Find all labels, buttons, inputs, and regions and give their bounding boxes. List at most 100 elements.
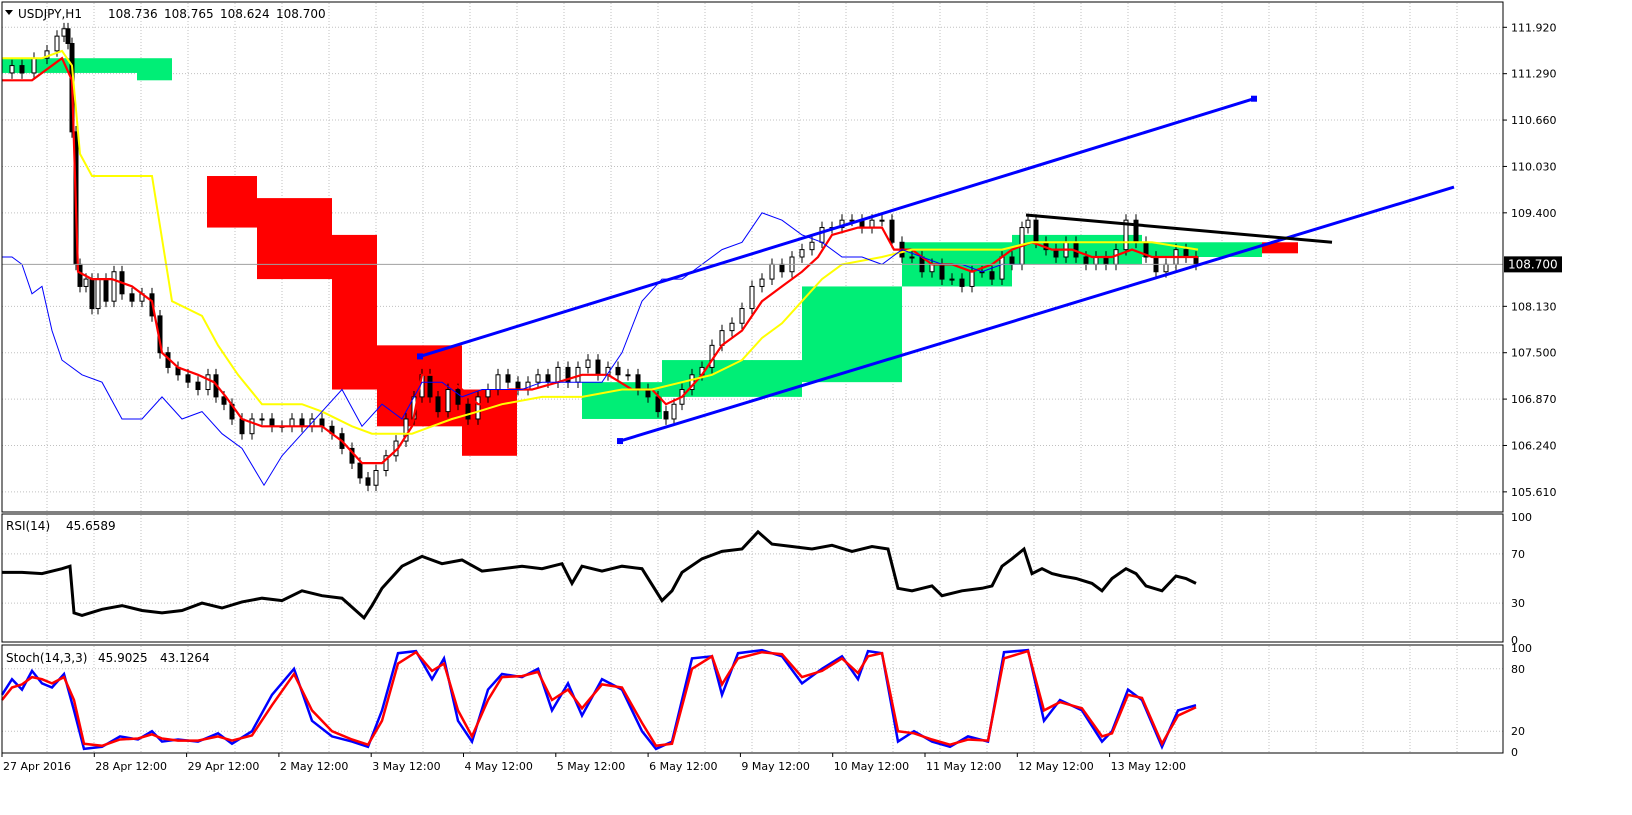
y-tick-label: 108.130 — [1511, 300, 1557, 313]
x-tick-label: 29 Apr 12:00 — [188, 760, 260, 773]
candle-body — [95, 278, 101, 310]
candle-body — [869, 219, 875, 229]
candle-body — [663, 411, 669, 420]
candle-body — [19, 65, 25, 74]
stoch-tick-label: 80 — [1511, 663, 1525, 676]
candle-body — [1093, 256, 1099, 265]
candle-body — [989, 271, 995, 280]
candle-body — [769, 263, 775, 280]
cloud-segment — [137, 58, 172, 81]
candle-body — [959, 278, 965, 287]
candle-body — [239, 418, 245, 435]
ohlc-low: 108.624 — [220, 7, 270, 21]
chart-window: 111.920 111.290 110.660 110.030 109.400 108.1… — [0, 0, 1632, 815]
candle-body — [89, 278, 95, 310]
candle-body — [221, 396, 227, 405]
stoch-main-value: 45.9025 — [98, 651, 148, 665]
cloud-segment — [332, 234, 377, 390]
rsi-tick-label: 70 — [1511, 548, 1525, 561]
candle-body — [129, 293, 135, 302]
x-tick-label: 13 May 12:00 — [1111, 760, 1186, 773]
ohlc-open: 108.736 — [108, 7, 158, 21]
cloud-segment — [582, 382, 662, 419]
candle-body — [259, 418, 265, 421]
candle-body — [1009, 256, 1015, 265]
x-tick-label: 12 May 12:00 — [1018, 760, 1093, 773]
current-price-label: 108.700 — [1508, 257, 1558, 271]
candle-body — [485, 389, 491, 398]
y-tick-label: 109.400 — [1511, 207, 1557, 220]
candle-body — [969, 271, 975, 287]
candle-body — [999, 256, 1005, 280]
candle-body — [759, 278, 765, 287]
y-tick-label: 105.610 — [1511, 486, 1557, 499]
x-tick-label: 3 May 12:00 — [372, 760, 440, 773]
candle-body — [635, 374, 641, 391]
candle-body — [103, 278, 109, 302]
candle-body — [949, 278, 955, 281]
x-tick-label: 6 May 12:00 — [649, 760, 717, 773]
y-tick-label: 110.660 — [1511, 114, 1557, 127]
stoch-tick-label: 0 — [1511, 746, 1518, 759]
stoch-signal-value: 43.1264 — [160, 651, 210, 665]
candle-body — [819, 227, 825, 243]
stoch-tick-label: 20 — [1511, 725, 1525, 738]
trendline-anchor-handle — [1251, 95, 1257, 102]
candle-body — [739, 308, 745, 324]
ohlc-close: 108.700 — [276, 7, 326, 21]
candle-body — [465, 403, 471, 420]
y-tick-label: 107.500 — [1511, 347, 1557, 360]
candle-body — [1033, 219, 1039, 243]
candle-body — [1193, 256, 1199, 265]
candle-body — [195, 381, 201, 391]
candle-body — [1083, 256, 1089, 265]
candle-body — [445, 389, 451, 413]
candle-body — [615, 366, 621, 376]
x-tick-label: 5 May 12:00 — [557, 760, 625, 773]
candle-body — [729, 322, 735, 332]
candle-body — [535, 374, 541, 383]
chart-symbol: USDJPY,H1 — [18, 7, 82, 21]
candle-body — [505, 374, 511, 383]
candle-body — [495, 374, 501, 391]
y-tick-label: 110.030 — [1511, 160, 1557, 173]
candle-body — [83, 278, 89, 287]
candle-body — [435, 396, 441, 413]
candle-body — [909, 256, 915, 259]
candle-body — [427, 374, 433, 398]
candle-body — [809, 241, 815, 251]
candle-body — [595, 359, 601, 376]
candle-body — [655, 396, 661, 413]
ohlc-high: 108.765 — [164, 7, 214, 21]
candle-body — [585, 359, 591, 368]
rsi-tick-label: 100 — [1511, 511, 1532, 524]
x-tick-label: 2 May 12:00 — [280, 760, 348, 773]
candle-body — [1025, 219, 1031, 229]
rsi-value: 45.6589 — [66, 519, 116, 533]
candle-body — [555, 366, 561, 383]
y-tick-label: 111.920 — [1511, 21, 1557, 34]
candle-body — [889, 219, 895, 243]
candle-body — [645, 389, 651, 398]
rsi-label: RSI(14) — [6, 519, 50, 533]
trendline-anchor-handle — [417, 353, 423, 360]
candle-body — [1163, 263, 1169, 273]
candle-body — [185, 374, 191, 383]
candle-body — [749, 285, 755, 310]
candle-body — [779, 263, 785, 273]
cloud-segment — [462, 389, 517, 456]
candle-body — [61, 28, 67, 37]
candle-body — [625, 374, 631, 377]
x-tick-label: 27 Apr 2016 — [3, 760, 71, 773]
candle-body — [879, 219, 885, 222]
x-tick-label: 9 May 12:00 — [741, 760, 809, 773]
stoch-tick-label: 100 — [1511, 642, 1532, 655]
candle-body — [365, 477, 371, 486]
candle-body — [475, 396, 481, 420]
candle-body — [111, 271, 117, 302]
y-tick-label: 106.240 — [1511, 439, 1557, 452]
x-tick-label: 4 May 12:00 — [465, 760, 533, 773]
chart-canvas[interactable]: 111.920 111.290 110.660 110.030 109.400 108.1… — [0, 0, 1632, 811]
candle-body — [54, 35, 60, 52]
candle-body — [31, 57, 37, 74]
